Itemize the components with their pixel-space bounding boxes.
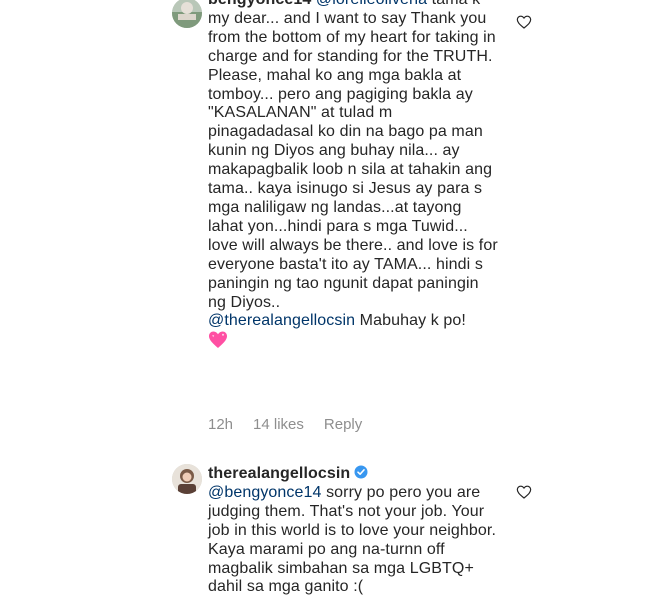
comment-body: tama k my dear... and I want to say Than… bbox=[208, 0, 498, 311]
mention-link[interactable]: @lorelieoliveria bbox=[316, 0, 427, 8]
comment-tail: Mabuhay k po! bbox=[355, 312, 466, 330]
mention-link[interactable]: @therealangellocsin bbox=[208, 312, 355, 329]
avatar-image bbox=[172, 464, 202, 494]
avatar[interactable] bbox=[172, 0, 202, 28]
heart-outline-icon[interactable] bbox=[516, 484, 532, 500]
comment-text: therealangellocsin @bengyonce14 sorry po… bbox=[208, 465, 498, 597]
mention-link[interactable]: @bengyonce14 bbox=[208, 484, 322, 501]
likes-count[interactable]: 14 likes bbox=[253, 416, 304, 433]
comment-username[interactable]: bengyonce14 bbox=[208, 0, 311, 8]
comment-text: bengyonce14 @lorelieoliveria tama k my d… bbox=[208, 0, 498, 352]
timestamp: 12h bbox=[208, 416, 234, 433]
avatar-image bbox=[172, 0, 202, 28]
heart-outline-icon[interactable] bbox=[516, 14, 532, 30]
sparkling-heart-icon bbox=[208, 331, 228, 349]
comment-username[interactable]: therealangellocsin bbox=[208, 465, 350, 482]
avatar[interactable] bbox=[172, 464, 202, 494]
verified-badge-icon bbox=[354, 465, 368, 479]
comment-meta: 12h 14 likes Reply bbox=[208, 416, 362, 433]
reply-button[interactable]: Reply bbox=[324, 416, 362, 433]
